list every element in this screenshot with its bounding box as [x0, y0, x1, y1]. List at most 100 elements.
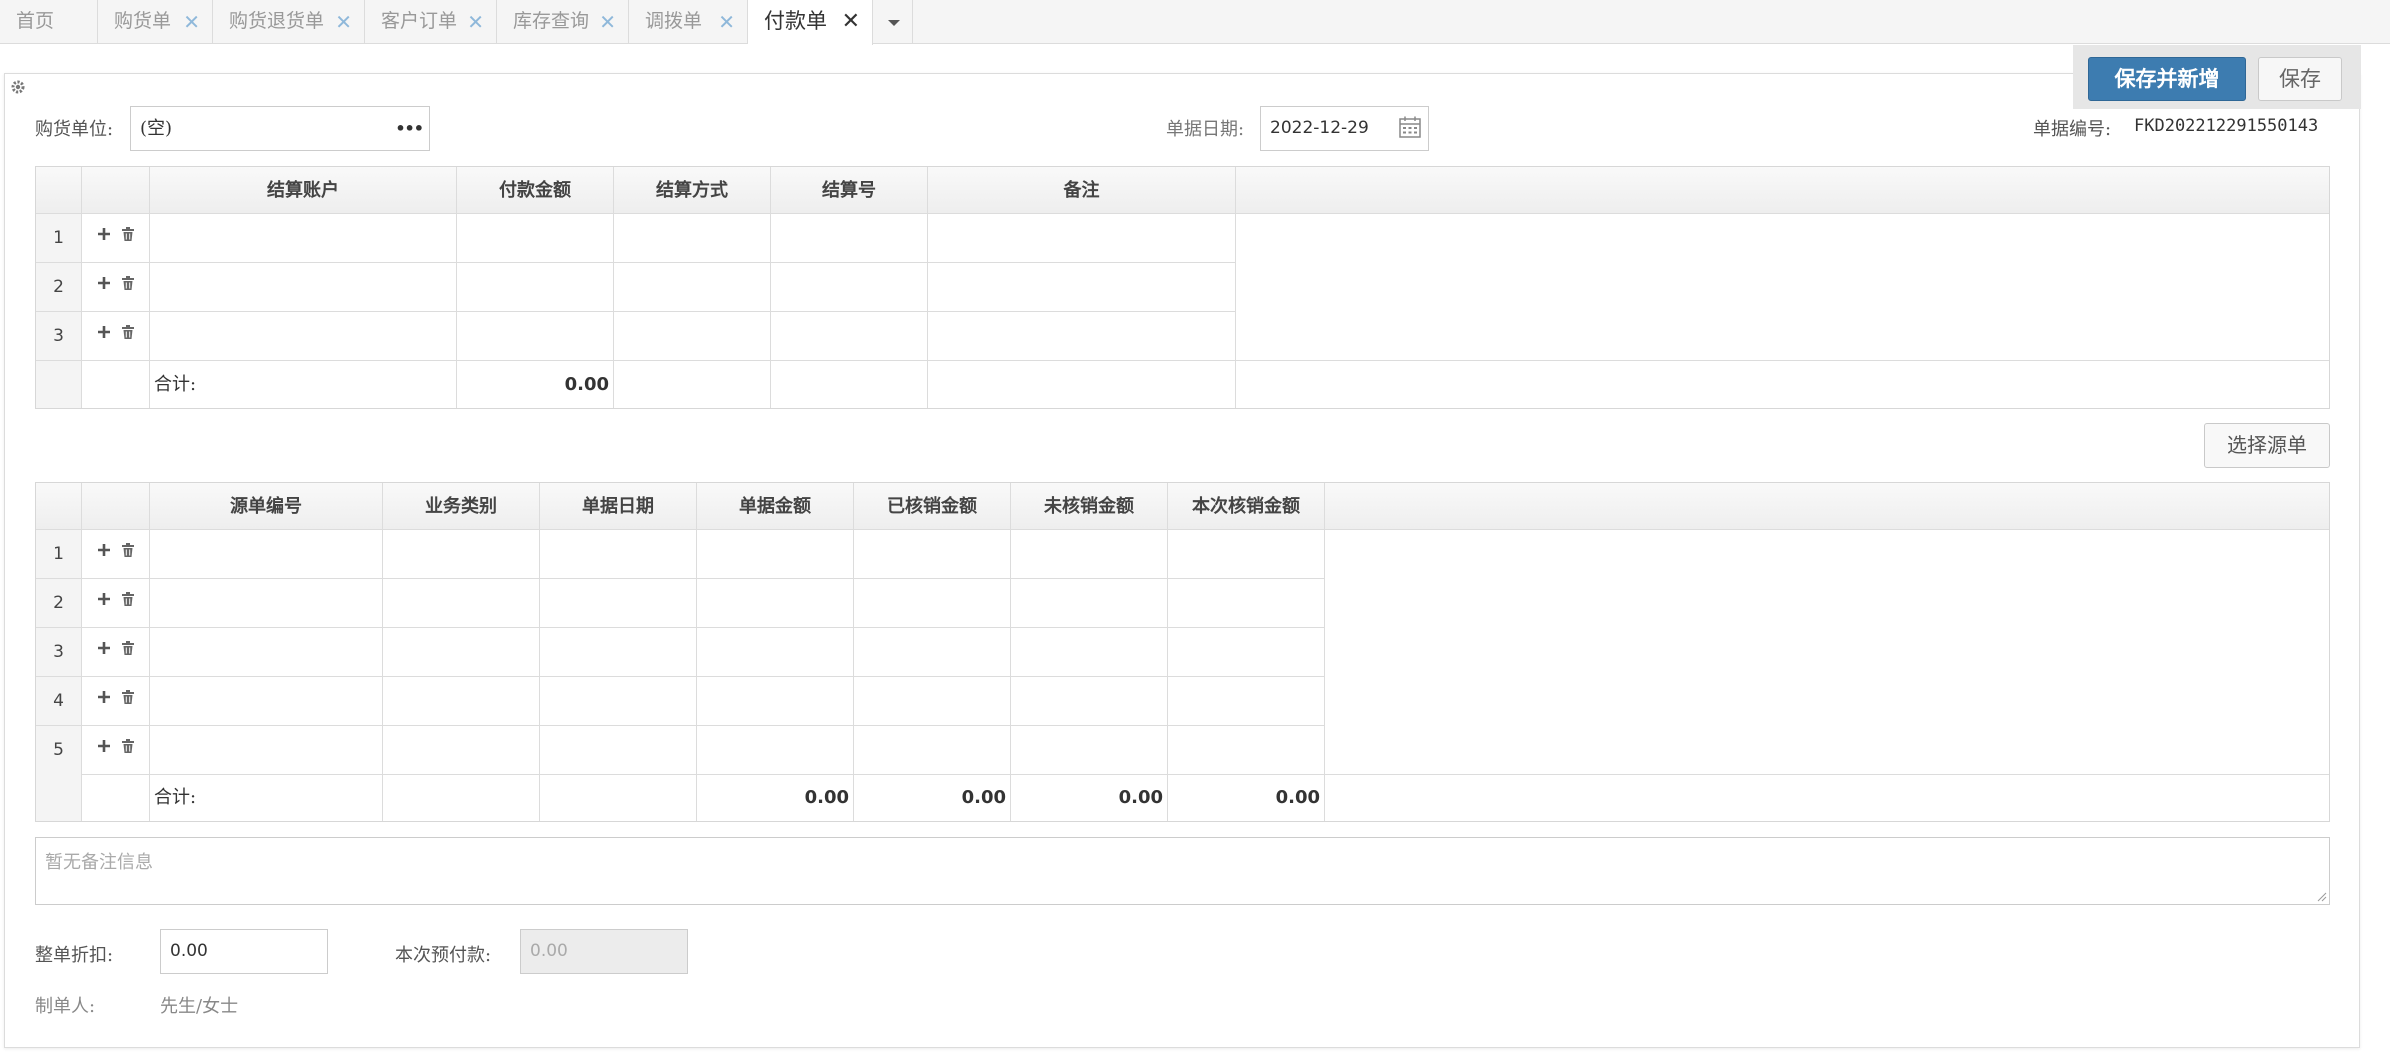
save-button[interactable]: 保存 [2258, 57, 2342, 101]
table-cell[interactable] [854, 530, 1011, 579]
trash-icon[interactable] [120, 275, 136, 291]
plus-icon[interactable] [96, 640, 112, 656]
column-header-amount[interactable]: 付款金额 [457, 167, 614, 214]
tab-purchase[interactable]: 购货单 ✕ [98, 0, 213, 44]
tab-more-button[interactable] [873, 0, 913, 44]
column-header-settle-no[interactable]: 结算号 [771, 167, 928, 214]
save-and-new-button[interactable]: 保存并新增 [2088, 57, 2246, 101]
tab-purchase-return[interactable]: 购货退货单 ✕ [213, 0, 365, 44]
table-cell[interactable] [928, 263, 1236, 312]
table-cell[interactable] [540, 530, 697, 579]
close-icon[interactable]: ✕ [183, 0, 200, 44]
table-cell[interactable] [1168, 530, 1325, 579]
close-icon[interactable]: ✕ [467, 0, 484, 44]
table-cell[interactable] [697, 530, 854, 579]
table-cell[interactable] [854, 726, 1011, 775]
table-cell[interactable] [457, 263, 614, 312]
table-cell[interactable] [457, 312, 614, 361]
table-cell[interactable] [383, 530, 540, 579]
column-header-bill-amount[interactable]: 单据金额 [697, 483, 854, 530]
table-cell[interactable] [540, 628, 697, 677]
table-cell[interactable] [150, 677, 383, 726]
column-header-this-write-off[interactable]: 本次核销金额 [1168, 483, 1325, 530]
table-cell[interactable] [150, 579, 383, 628]
column-header-account[interactable]: 结算账户 [150, 167, 457, 214]
table-cell[interactable] [854, 628, 1011, 677]
table-cell[interactable] [614, 214, 771, 263]
table-cell[interactable] [383, 677, 540, 726]
table-cell[interactable] [697, 579, 854, 628]
plus-icon[interactable] [96, 542, 112, 558]
table-cell[interactable] [928, 214, 1236, 263]
table-cell[interactable] [1168, 726, 1325, 775]
column-header-business-type[interactable]: 业务类别 [383, 483, 540, 530]
table-cell[interactable] [383, 726, 540, 775]
select-source-button[interactable]: 选择源单 [2204, 423, 2330, 468]
table-cell[interactable] [771, 214, 928, 263]
table-cell[interactable] [383, 628, 540, 677]
trash-icon[interactable] [120, 324, 136, 340]
table-cell[interactable] [1168, 628, 1325, 677]
table-cell[interactable] [383, 579, 540, 628]
table-cell[interactable] [928, 312, 1236, 361]
close-icon[interactable]: ✕ [599, 0, 616, 44]
column-header-bill-date[interactable]: 单据日期 [540, 483, 697, 530]
plus-icon[interactable] [96, 689, 112, 705]
trash-icon[interactable] [120, 226, 136, 242]
tab-customer-order[interactable]: 客户订单 ✕ [365, 0, 497, 44]
column-header-source-no[interactable]: 源单编号 [150, 483, 383, 530]
table-cell[interactable] [771, 263, 928, 312]
ellipsis-icon[interactable]: ••• [395, 107, 424, 150]
table-cell[interactable] [150, 214, 457, 263]
table-cell[interactable] [1011, 726, 1168, 775]
trash-icon[interactable] [120, 542, 136, 558]
close-icon[interactable]: ✕ [335, 0, 352, 44]
discount-input[interactable]: 0.00 [160, 929, 328, 974]
table-cell[interactable] [540, 726, 697, 775]
settings-icon[interactable] [10, 79, 26, 95]
trash-icon[interactable] [120, 738, 136, 754]
table-cell[interactable] [614, 312, 771, 361]
tab-payment[interactable]: 付款单 ✕ [748, 0, 873, 45]
column-header-method[interactable]: 结算方式 [614, 167, 771, 214]
column-header-remark[interactable]: 备注 [928, 167, 1236, 214]
supplier-input[interactable]: (空) ••• [130, 106, 430, 151]
resize-grip-icon[interactable] [2315, 890, 2327, 902]
table-cell[interactable] [1011, 530, 1168, 579]
column-header-unwritten-off[interactable]: 未核销金额 [1011, 483, 1168, 530]
table-cell[interactable] [150, 530, 383, 579]
table-cell[interactable] [1168, 579, 1325, 628]
table-cell[interactable] [540, 579, 697, 628]
tab-inventory-query[interactable]: 库存查询 ✕ [497, 0, 629, 44]
table-cell[interactable] [697, 726, 854, 775]
table-cell[interactable] [540, 677, 697, 726]
table-cell[interactable] [1011, 677, 1168, 726]
calendar-icon[interactable] [1398, 115, 1422, 139]
table-cell[interactable] [1011, 628, 1168, 677]
table-cell[interactable] [150, 628, 383, 677]
table-cell[interactable] [1011, 579, 1168, 628]
trash-icon[interactable] [120, 689, 136, 705]
table-cell[interactable] [614, 263, 771, 312]
close-icon[interactable]: ✕ [718, 0, 735, 44]
plus-icon[interactable] [96, 226, 112, 242]
date-input[interactable]: 2022-12-29 [1260, 106, 1429, 151]
table-cell[interactable] [457, 214, 614, 263]
plus-icon[interactable] [96, 324, 112, 340]
plus-icon[interactable] [96, 738, 112, 754]
table-cell[interactable] [771, 312, 928, 361]
plus-icon[interactable] [96, 591, 112, 607]
table-cell[interactable] [150, 263, 457, 312]
column-header-written-off[interactable]: 已核销金额 [854, 483, 1011, 530]
tab-transfer[interactable]: 调拨单 ✕ [629, 0, 748, 44]
table-cell[interactable] [697, 677, 854, 726]
table-cell[interactable] [1168, 677, 1325, 726]
table-cell[interactable] [697, 628, 854, 677]
table-cell[interactable] [854, 579, 1011, 628]
table-cell[interactable] [854, 677, 1011, 726]
tab-home[interactable]: 首页 [0, 0, 98, 44]
plus-icon[interactable] [96, 275, 112, 291]
close-icon[interactable]: ✕ [842, 0, 860, 44]
table-cell[interactable] [150, 312, 457, 361]
table-cell[interactable] [150, 726, 383, 775]
